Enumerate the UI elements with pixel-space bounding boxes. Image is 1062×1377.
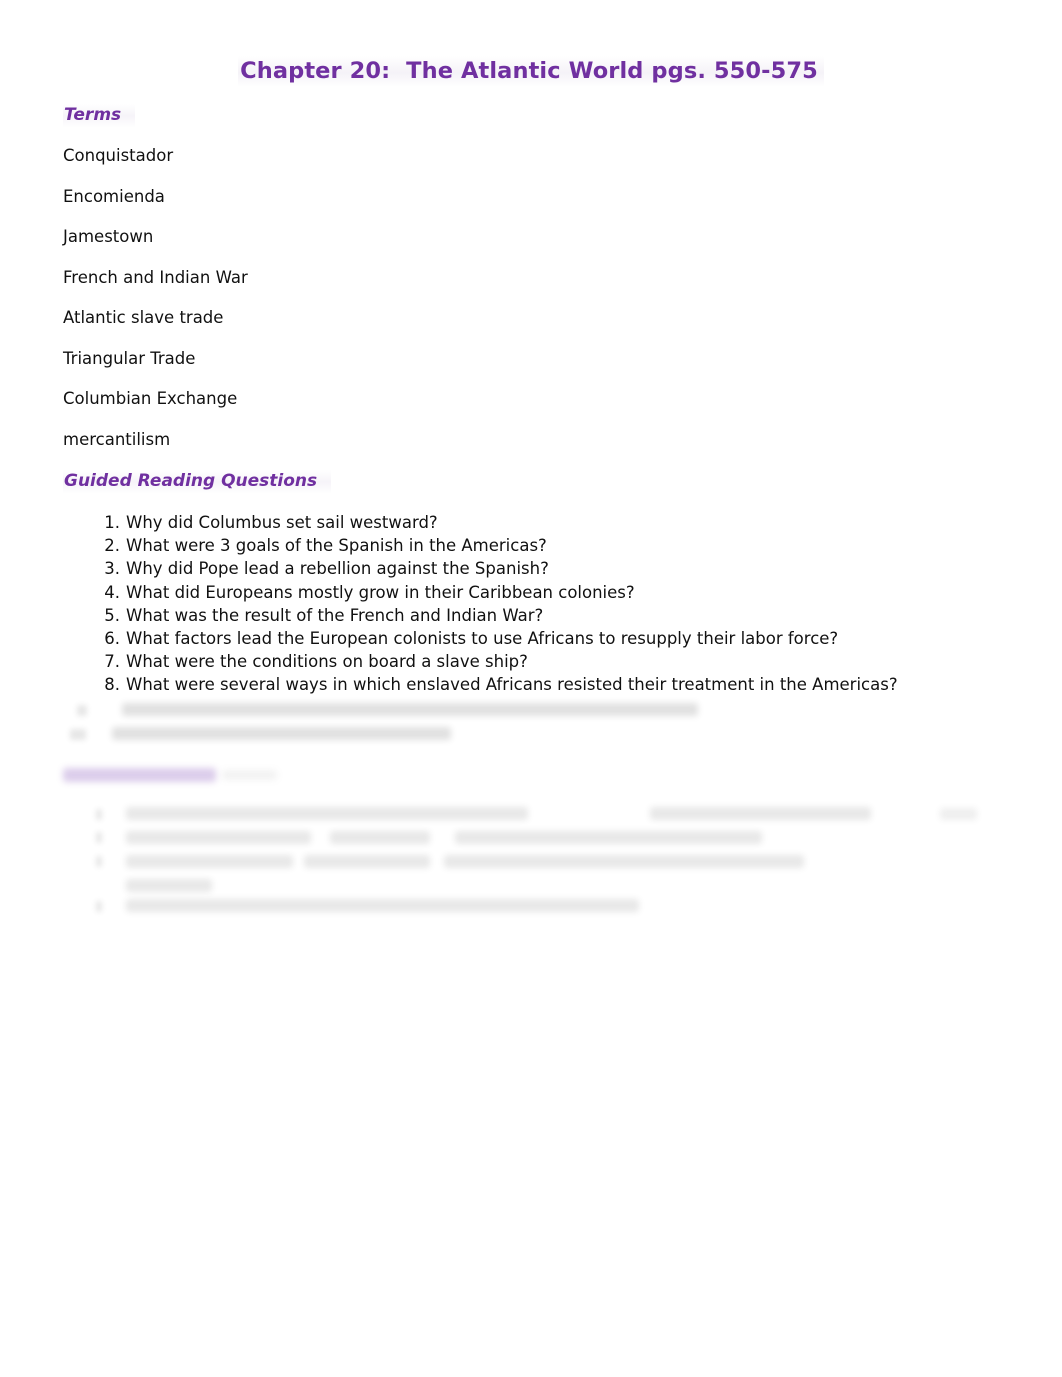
list-item: 4. What did Europeans mostly grow in thei…	[96, 581, 898, 604]
list-item: Triangular Trade	[63, 348, 196, 368]
list-item: 5. What was the result of the French and …	[96, 604, 898, 627]
faded-list-item	[455, 831, 762, 844]
faded-list-item	[126, 899, 639, 912]
list-item-number: 6.	[104, 629, 120, 649]
faded-list-item-wrap	[126, 879, 212, 892]
faded-list-item-number	[96, 856, 102, 867]
faded-list-item	[126, 855, 293, 868]
list-item-number: 7.	[104, 652, 120, 672]
guided-reading-questions-heading: Guided Reading Questions	[63, 470, 332, 494]
list-item-text: What were several ways in which enslaved…	[126, 675, 898, 695]
faded-list-item	[444, 855, 804, 868]
guided-reading-questions-list: 1. Why did Columbus set sail westward? 2.…	[96, 511, 898, 697]
faded-list-item	[304, 855, 430, 868]
faded-list-item-number	[96, 809, 102, 820]
list-item: 6. What factors lead the European colonis…	[96, 627, 898, 650]
faded-list-item	[126, 831, 311, 844]
list-item: 7. What were the conditions on board a sl…	[96, 650, 898, 673]
list-item: French and Indian War	[63, 267, 248, 287]
list-item-text: What did Europeans mostly grow in their …	[126, 582, 635, 602]
document-page: Chapter 20: The Atlantic World pgs. 550-…	[0, 0, 1062, 1377]
faded-list-item-continued	[650, 807, 871, 820]
faded-list-item	[330, 831, 430, 844]
list-item-text: What were the conditions on board a slav…	[126, 652, 528, 672]
list-item-number: 2.	[104, 536, 120, 556]
list-item: Columbian Exchange	[63, 389, 238, 408]
faded-list-item-number	[96, 901, 102, 912]
faded-list-item	[122, 703, 698, 716]
faded-section-heading	[63, 768, 216, 782]
list-item-text: What was the result of the French and In…	[126, 605, 544, 625]
faded-list-item	[112, 727, 451, 740]
terms-section-heading: Terms	[63, 104, 136, 128]
guided-reading-questions-heading-text: Guided Reading Questions	[63, 470, 332, 494]
page-title: Chapter 20: The Atlantic World pgs. 550-…	[0, 56, 1062, 87]
list-item-text: Why did Columbus set sail westward?	[126, 513, 438, 532]
faded-list-item-trailing	[940, 808, 977, 820]
list-item: Atlantic slave trade	[63, 308, 224, 327]
list-item-number: 5.	[104, 605, 120, 625]
list-item-number: 4.	[104, 582, 120, 602]
list-item: 1. Why did Columbus set sail westward?	[96, 511, 898, 534]
list-item-text: What factors lead the European colonists…	[126, 629, 839, 649]
faded-section-heading-tail	[222, 770, 277, 780]
terms-list: Conquistador Encomienda Jamestown French…	[63, 146, 248, 450]
terms-section-heading-text: Terms	[63, 104, 136, 128]
faded-list-item-number	[77, 705, 87, 716]
list-item-number: 3.	[104, 559, 120, 579]
list-item: 3. Why did Pope lead a rebellion against …	[96, 557, 898, 580]
list-item-text: What were 3 goals of the Spanish in the …	[126, 536, 547, 556]
list-item: Jamestown	[63, 227, 154, 246]
list-item-number: 8.	[104, 675, 120, 695]
list-item: mercantilism	[63, 429, 171, 449]
faded-list-item-number	[70, 729, 86, 740]
faded-list-item-number	[96, 832, 102, 843]
list-item: 2. What were 3 goals of the Spanish in th…	[96, 534, 898, 557]
list-item-text: Why did Pope lead a rebellion against th…	[126, 559, 549, 579]
list-item: 8. What were several ways in which enslav…	[96, 673, 898, 696]
faded-list-item	[126, 807, 528, 820]
page-title-text: Chapter 20: The Atlantic World pgs. 550-…	[238, 56, 824, 87]
list-item-number: 1.	[104, 513, 120, 532]
list-item: Conquistador	[63, 146, 174, 165]
list-item: Encomienda	[63, 186, 165, 206]
